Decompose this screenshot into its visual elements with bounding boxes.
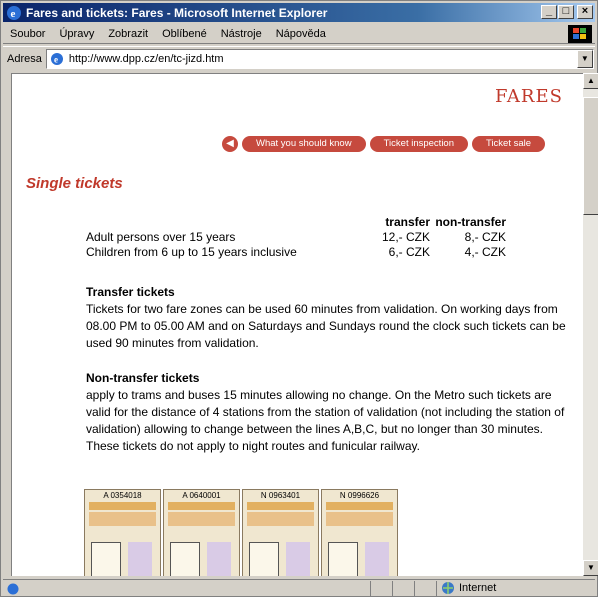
ticket-images: A 0354018 A 0640001 N 0963401 N 0996626 [84,489,398,576]
status-text-area [3,580,371,596]
non-transfer-title: Non-transfer tickets [86,371,200,385]
scroll-up-icon[interactable]: ▲ [583,73,598,89]
windows-logo-icon [568,25,592,43]
address-dropdown-button[interactable]: ▼ [576,49,593,68]
address-input[interactable]: e http://www.dpp.cz/en/tc-jizd.htm ▼ [45,48,594,69]
table-row: Children from 6 up to 15 years inclusive… [86,245,536,260]
page-content: FARES ◀ What you should know Ticket insp… [11,73,583,576]
page-heading: Single tickets [26,175,123,192]
menu-upravy[interactable]: Úpravy [52,28,101,40]
page-status-icon [7,583,19,594]
globe-icon [442,582,454,594]
security-zone: Internet [437,581,496,595]
menu-zobrazit[interactable]: Zobrazit [101,28,155,40]
transfer-title: Transfer tickets [86,285,175,299]
minimize-button[interactable]: _ [541,5,557,19]
nav-what-you-should-know[interactable]: What you should know [242,136,366,152]
non-transfer-text: apply to trams and buses 15 minutes allo… [86,388,565,453]
menu-soubor[interactable]: Soubor [3,28,52,40]
fare-non-transfer: 8,- CZK [464,230,506,244]
internet-explorer-icon: e [7,5,21,20]
transfer-section: Transfer tickets Tickets for two fare zo… [86,284,574,352]
column-header: transfer [385,215,430,229]
fare-label: Children from 6 up to 15 years inclusive [86,245,297,259]
vertical-scrollbar[interactable]: ▲ ▼ [583,73,598,576]
status-segment [393,580,415,596]
ticket-number: N 0963401 [260,491,301,500]
table-row: Adult persons over 15 years 12,- CZK 8,-… [86,230,536,245]
nav-ticket-sale[interactable]: Ticket sale [472,136,546,152]
ticket-image: A 0640001 [163,489,240,576]
maximize-button[interactable]: □ [558,5,574,19]
svg-text:e: e [11,8,16,20]
ticket-image: N 0996626 [321,489,398,576]
menu-bar: Soubor Úpravy Zobrazit Oblíbené Nástroje… [3,24,595,44]
title-bar[interactable]: e Fares and tickets: Fares - Microsoft I… [3,3,595,22]
ticket-number: A 0640001 [182,491,221,500]
ticket-number: A 0354018 [103,491,142,500]
fare-label: Adult persons over 15 years [86,230,236,244]
status-segment [371,580,393,596]
zone-label: Internet [459,582,497,594]
browser-window: e Fares and tickets: Fares - Microsoft I… [0,0,598,597]
close-button[interactable]: × [577,5,593,19]
fare-table: transfer non-transfer Adult persons over… [86,215,536,260]
fare-non-transfer: 4,- CZK [464,245,506,259]
column-header: non-transfer [435,215,506,229]
transfer-text: Tickets for two fare zones can be used 6… [86,302,566,350]
fares-logo: FARES [495,86,563,107]
page-icon: e [50,52,63,65]
address-label: Adresa [7,52,42,65]
fare-header-blank [86,215,368,230]
nav-ticket-inspection[interactable]: Ticket inspection [369,136,468,152]
ticket-number: N 0996626 [339,491,380,500]
svg-text:e: e [54,54,58,64]
fare-transfer: 12,- CZK [381,230,430,244]
scroll-down-icon[interactable]: ▼ [583,560,598,576]
address-bar: Adresa e http://www.dpp.cz/en/tc-jizd.ht… [3,46,595,70]
address-url: http://www.dpp.cz/en/tc-jizd.htm [68,52,224,65]
page-nav: ◀ What you should know Ticket inspection… [222,136,546,152]
status-bar: Internet [3,579,595,596]
ticket-image: A 0354018 [84,489,161,576]
status-segment [415,580,437,596]
menu-nastroje[interactable]: Nástroje [214,28,269,40]
non-transfer-section: Non-transfer tickets apply to trams and … [86,370,574,455]
menu-oblibene[interactable]: Oblíbené [155,28,214,40]
scroll-thumb[interactable] [583,97,598,215]
window-title: Fares and tickets: Fares - Microsoft Int… [26,5,328,20]
back-arrow-icon[interactable]: ◀ [222,136,238,152]
fare-table-header: transfer non-transfer [86,215,536,230]
fare-transfer: 6,- CZK [388,245,430,259]
ticket-image: N 0963401 [242,489,319,576]
menu-napoveda[interactable]: Nápověda [269,28,333,40]
